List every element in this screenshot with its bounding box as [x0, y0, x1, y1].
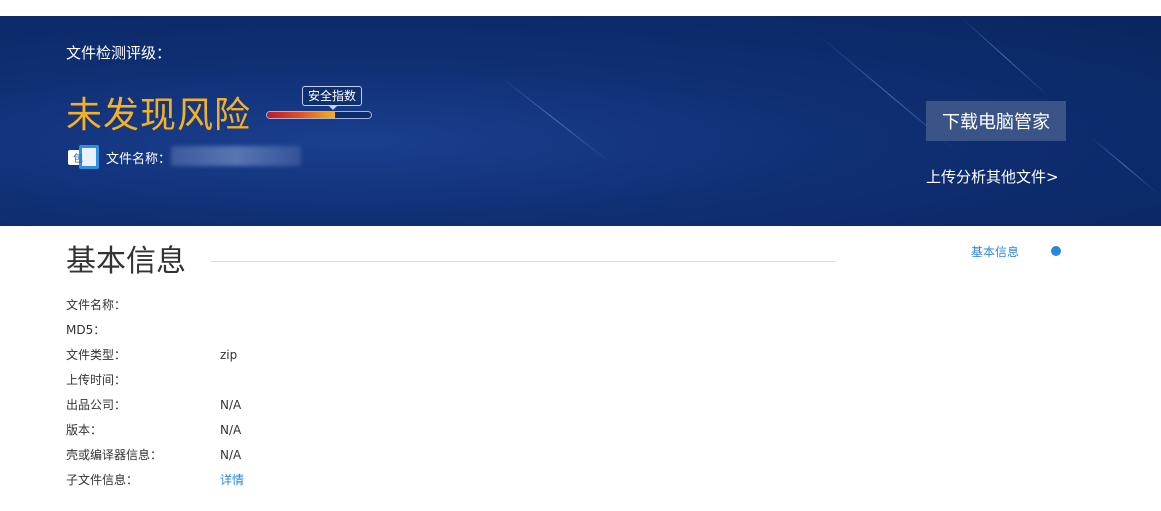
meter-label: 安全指数: [302, 86, 363, 110]
info-key: 壳或编译器信息：: [66, 448, 163, 462]
info-value: N/A: [220, 398, 242, 412]
section-title: 基本信息: [66, 244, 186, 279]
info-value: zip: [220, 348, 238, 362]
side-nav-dot[interactable]: [1051, 246, 1061, 256]
info-key: 子文件信息：: [66, 473, 139, 487]
result-banner: 文件检测评级： 未发现风险 安全指数 包 文件名称： 下载电脑管家 上传分析其他…: [0, 16, 1161, 226]
download-button[interactable]: 下载电脑管家: [926, 101, 1066, 141]
info-key: 出品公司：: [66, 398, 127, 412]
info-key: MD5：: [66, 323, 106, 337]
banner-decor: [1089, 136, 1160, 195]
file-name-label: 文件名称：: [106, 152, 172, 167]
file-name-redacted: [171, 146, 301, 166]
risk-result: 未发现风险: [66, 95, 252, 136]
side-nav-basic-info[interactable]: 基本信息: [971, 243, 1019, 260]
safety-meter: [266, 111, 372, 119]
info-value: N/A: [220, 423, 242, 437]
info-key: 上传时间：: [66, 373, 127, 387]
safety-meter-fill: [267, 112, 335, 118]
info-key: 文件名称：: [66, 298, 127, 312]
package-icon-text: 包: [73, 152, 83, 165]
banner-decor: [499, 76, 611, 164]
upload-other-file-link[interactable]: 上传分析其他文件>: [926, 166, 1059, 187]
banner-decor: [959, 16, 1050, 98]
package-icon: 包: [68, 145, 100, 169]
info-key: 版本：: [66, 423, 103, 437]
info-key: 文件类型：: [66, 348, 127, 362]
info-value: N/A: [220, 448, 242, 462]
section-divider: [211, 261, 836, 262]
rating-title: 文件检测评级：: [66, 44, 172, 62]
sub-file-details-link[interactable]: 详情: [220, 470, 244, 490]
